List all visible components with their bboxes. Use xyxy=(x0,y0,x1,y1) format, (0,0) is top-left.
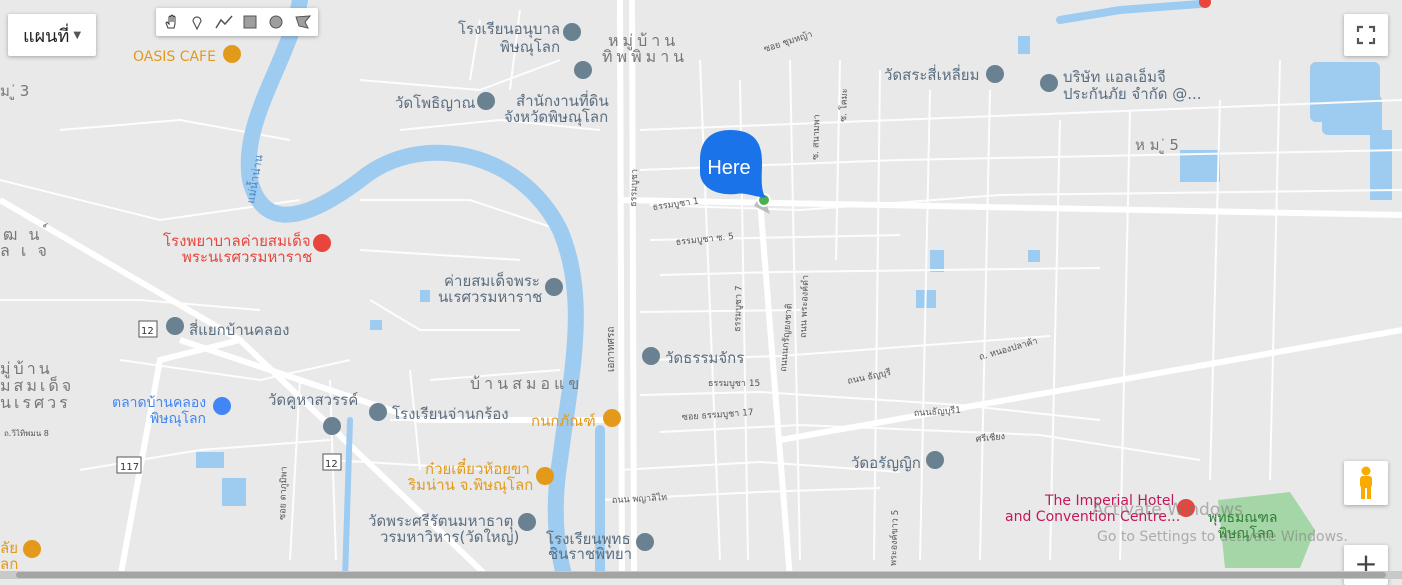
restaurant-icon xyxy=(23,540,41,558)
temple-icon xyxy=(642,347,660,365)
label-moo3: ม ู่ 3 xyxy=(0,82,29,100)
temple-icon xyxy=(477,92,495,110)
cafe-icon xyxy=(223,45,241,63)
horizontal-scrollbar[interactable] xyxy=(0,571,1402,579)
fullscreen-button[interactable] xyxy=(1344,14,1388,56)
chevron-down-icon: ▼ xyxy=(73,29,82,41)
label-soi-sanumpak: ซ. สนามพา xyxy=(811,114,823,160)
label-wattana-2: ล เ จ xyxy=(0,241,50,260)
label-thammabucha: ธรรมบูชา xyxy=(629,169,640,207)
temple-icon xyxy=(518,513,536,531)
label-wat-kuhasawan: วัดคูหาสวรรค์ xyxy=(268,391,358,409)
zoom-in-button[interactable]: + xyxy=(1344,545,1388,585)
pegman-icon xyxy=(1360,466,1372,499)
label-intersection: สี่แยกบ้านคลอง xyxy=(189,319,289,339)
scrollbar-thumb[interactable] xyxy=(16,572,1386,578)
label-wat-ranyik: วัดอรัญญิก xyxy=(851,454,921,472)
label-aia-1: บริษัท แอลเอ็มจี xyxy=(1063,67,1166,86)
label-wat-srasi: วัดสระสี่เหลี่ยม xyxy=(884,64,979,84)
label-village-smd-3: นเรศวร xyxy=(0,393,71,412)
street-view-pegman[interactable] xyxy=(1344,461,1388,505)
label-land-office-1: สำนักงานที่ดิน xyxy=(516,90,609,110)
windows-watermark-title: Activate Windows xyxy=(1092,500,1243,520)
label-soi-sriphum: ซอย ดาภูมิพา xyxy=(277,466,290,520)
label-oasis: OASIS CAFE xyxy=(133,49,216,65)
label-village-smd-2: มสมเด็จ xyxy=(0,375,74,395)
label-school-kinder-1: โรงเรียนอนุบาล xyxy=(458,20,560,39)
shopping-icon xyxy=(213,397,231,415)
label-market-2: พิษณุโลก xyxy=(150,410,206,427)
label-kanokphan: กนกภัณฑ์ xyxy=(531,412,596,430)
school-icon xyxy=(369,403,387,421)
fullscreen-icon xyxy=(1356,25,1376,45)
drawing-toolbar xyxy=(156,8,318,36)
hand-icon[interactable] xyxy=(160,11,182,33)
map-type-dropdown[interactable]: แผนที่ ▼ xyxy=(8,14,96,56)
bus-stop-icon xyxy=(166,317,184,335)
school-icon xyxy=(636,533,654,551)
label-moo5: ห ม ู่ 5 xyxy=(1135,136,1179,154)
label-wat-thamachak: วัดธรรมจักร xyxy=(665,349,744,367)
polyline-icon[interactable] xyxy=(213,11,235,33)
location-pin-icon xyxy=(1040,74,1058,92)
here-label: Here xyxy=(707,157,750,179)
label-wat-potiyan: วัดโพธิญาณ xyxy=(395,94,475,112)
windows-watermark-subtitle: Go to Settings to activate Windows. xyxy=(1097,529,1348,545)
label-bansamokhae: บ้านสมอแข xyxy=(470,374,583,393)
label-thammabucha-7: ธรรมบูชา 7 xyxy=(733,285,745,332)
label-route117: 117 xyxy=(120,462,139,473)
location-pin-icon xyxy=(545,278,563,296)
label-yai-8: ถ.วิไทิพมน 8 xyxy=(4,429,49,438)
label-camp-2: นเรศวรมหาราช xyxy=(438,288,542,306)
label-aia-2: ประกันภัย จำกัด @... xyxy=(1063,85,1202,103)
label-hospital-2: พระนเรศวรมหาราช xyxy=(182,248,312,266)
temple-icon xyxy=(986,65,1004,83)
restaurant-icon xyxy=(536,467,554,485)
polygon-icon[interactable] xyxy=(292,11,314,33)
map-canvas[interactable]: OASIS CAFE ม ู่ 3 โรงเรียนอนุบาล พิษณุโล… xyxy=(0,0,1402,579)
marker-icon[interactable] xyxy=(186,11,208,33)
label-school-chan: โรงเรียนจ่านกร้อง xyxy=(392,405,509,423)
label-village-tip-2: ทิพพิมาน xyxy=(602,47,688,66)
temple-icon xyxy=(926,451,944,469)
school-icon xyxy=(563,23,581,41)
restaurant-icon xyxy=(603,409,621,427)
label-wat-yai-2: วรมหาวิหาร(วัดใหญ่) xyxy=(380,528,519,546)
label-school-kinder-2: พิษณุโลก xyxy=(500,38,560,57)
label-ekathotsarot: เอกาทศรถ xyxy=(606,327,617,372)
label-route12b: 12 xyxy=(325,459,338,470)
government-icon xyxy=(574,61,592,79)
label-route12: 12 xyxy=(141,326,154,337)
label-market-1: ตลาดบ้านคลอง xyxy=(112,395,206,411)
label-soi-kunmai: ซ. โคมะ xyxy=(838,88,850,122)
circle-icon[interactable] xyxy=(265,11,287,33)
label-noodle-2: ริมน่าน จ.พิษณุโลก xyxy=(407,476,533,495)
label-land-office-2: จังหวัดพิษณุโลก xyxy=(504,108,608,127)
hospital-icon xyxy=(313,234,331,252)
map-type-label: แผนที่ xyxy=(22,25,70,47)
temple-icon xyxy=(323,417,341,435)
label-thammabucha-15: ธรรมบูชา 15 xyxy=(708,379,760,389)
label-noodle-1: ก๋วยเตี๋ยวห้อยขา xyxy=(425,457,530,478)
rectangle-icon[interactable] xyxy=(239,11,261,33)
label-school-putt-2: ชินราชพิทยา xyxy=(548,545,632,563)
